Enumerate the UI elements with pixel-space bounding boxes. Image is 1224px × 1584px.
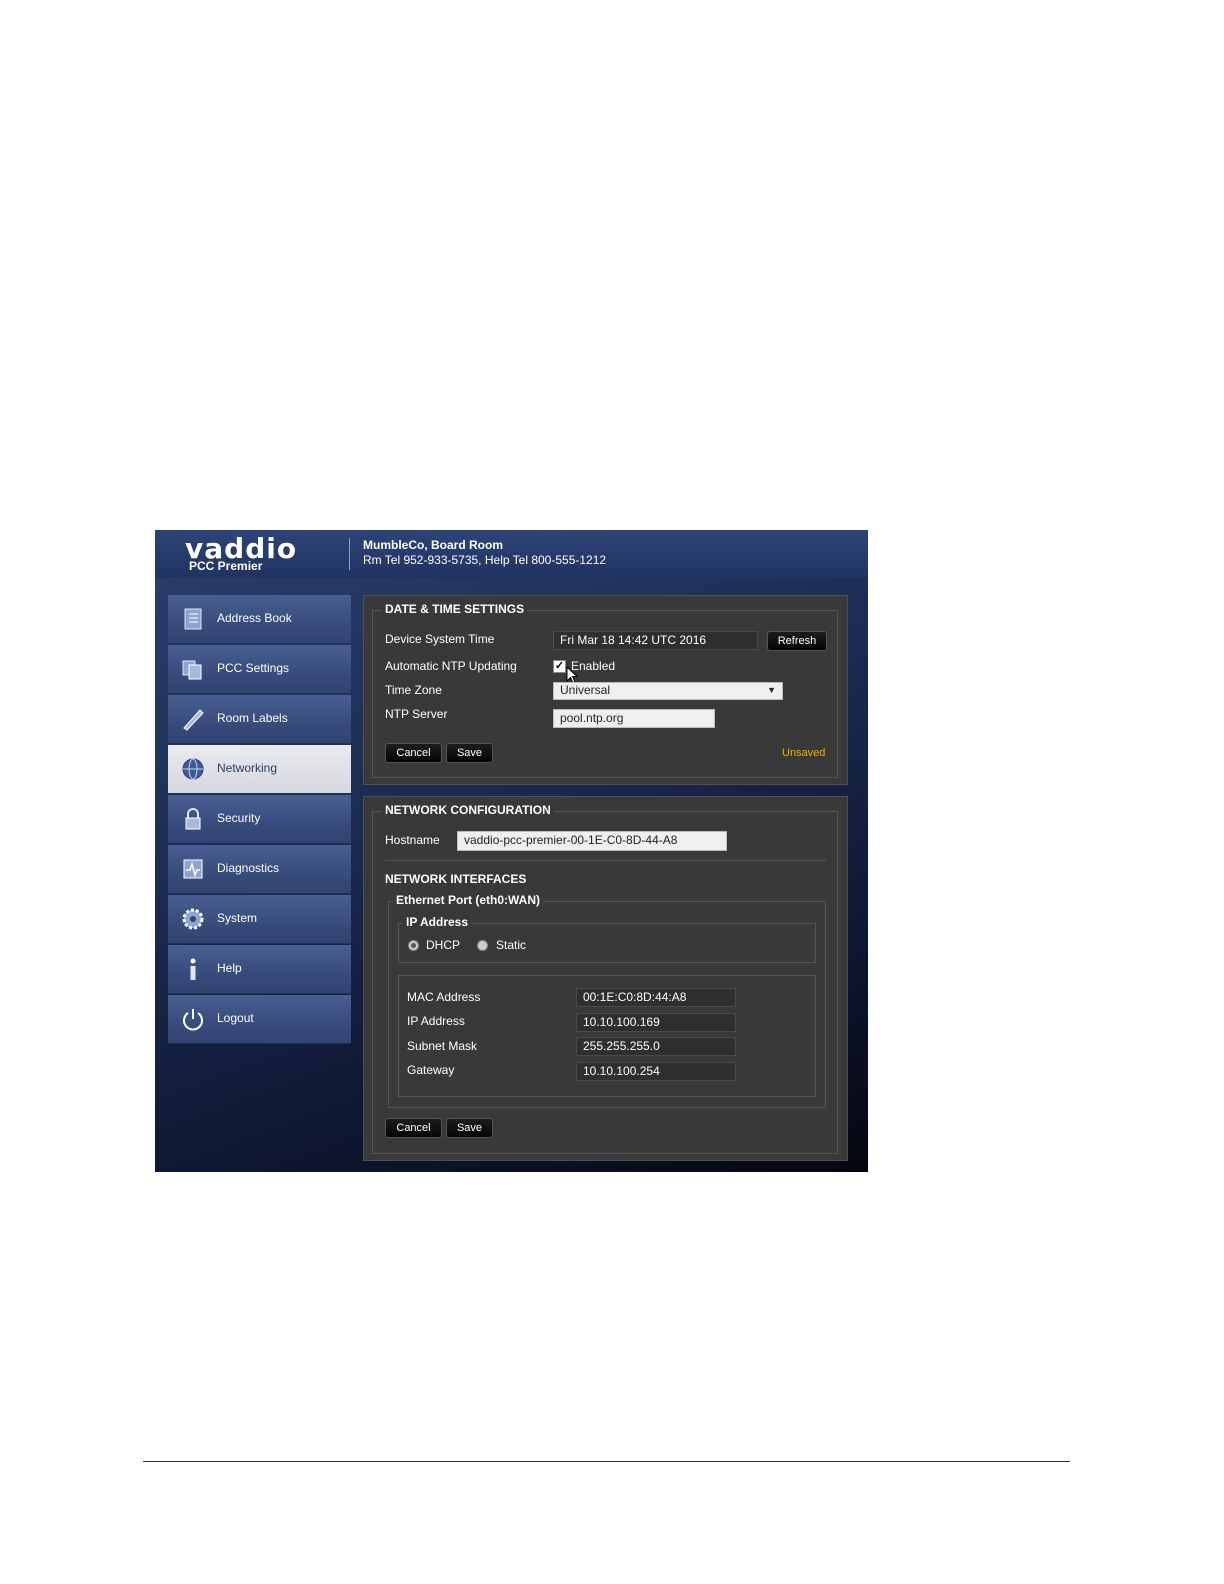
header-divider bbox=[349, 538, 350, 570]
network-title: NETWORK CONFIGURATION bbox=[382, 803, 554, 817]
network-cancel-button[interactable]: Cancel bbox=[385, 1118, 442, 1138]
save-button[interactable]: Save bbox=[446, 743, 493, 763]
sidebar-item-diagnostics[interactable]: Diagnostics bbox=[168, 845, 351, 894]
sidebar-item-label: Diagnostics bbox=[217, 861, 280, 875]
info-icon bbox=[190, 958, 196, 980]
sidebar-item-label: Help bbox=[217, 961, 242, 975]
timezone-value: Universal bbox=[560, 683, 611, 697]
ntp-server-label: NTP Server bbox=[385, 707, 448, 721]
ntp-enabled-checkbox[interactable]: ✓ bbox=[553, 660, 566, 673]
networking-icon bbox=[182, 758, 204, 780]
mac-address-value: 00:1E:C0:8D:44:A8 bbox=[576, 988, 736, 1007]
ntp-label: Automatic NTP Updating bbox=[385, 659, 517, 673]
ntp-server-input[interactable]: pool.ntp.org bbox=[553, 709, 715, 728]
subnet-mask-value: 255.255.255.0 bbox=[576, 1037, 736, 1056]
timezone-select[interactable]: Universal ▼ bbox=[553, 682, 783, 700]
pcc-settings-icon bbox=[182, 660, 202, 680]
sidebar-item-address-book[interactable]: Address Book bbox=[168, 595, 351, 644]
hostname-input[interactable]: vaddio-pcc-premier-00-1E-C0-8D-44-A8 bbox=[457, 831, 727, 851]
phone-info: Rm Tel 952-933-5735, Help Tel 800-555-12… bbox=[363, 553, 607, 567]
ip-address-label: IP Address bbox=[407, 1014, 465, 1028]
sidebar-item-label: Security bbox=[217, 811, 261, 825]
ip-mode-fieldset bbox=[398, 923, 816, 963]
ethernet-port-title: Ethernet Port (eth0:WAN) bbox=[393, 893, 543, 907]
sidebar-item-help[interactable]: Help bbox=[168, 945, 351, 994]
sidebar-item-logout[interactable]: Logout bbox=[168, 995, 351, 1044]
sidebar-item-label: System bbox=[217, 911, 258, 925]
hostname-label: Hostname bbox=[385, 833, 440, 847]
sidebar-item-label: Logout bbox=[217, 1011, 254, 1025]
sidebar-item-security[interactable]: Security bbox=[168, 795, 351, 844]
sidebar-item-label: Networking bbox=[217, 761, 278, 775]
sidebar-nav: Address Book PCC Settings Room Labels Ne… bbox=[168, 595, 351, 1045]
power-icon bbox=[183, 1009, 203, 1031]
sidebar-item-label: PCC Settings bbox=[217, 661, 290, 675]
sidebar-item-pcc-settings[interactable]: PCC Settings bbox=[168, 645, 351, 694]
page-footer-rule bbox=[143, 1461, 1070, 1462]
gear-icon bbox=[182, 908, 204, 930]
mac-address-label: MAC Address bbox=[407, 990, 481, 1004]
system-time-value: Fri Mar 18 14:42 UTC 2016 bbox=[553, 631, 758, 650]
cancel-button[interactable]: Cancel bbox=[385, 743, 442, 763]
timezone-label: Time Zone bbox=[385, 683, 442, 697]
refresh-button[interactable]: Refresh bbox=[767, 631, 827, 651]
vaddio-web-ui-screenshot: vaddio PCC Premier MumbleCo, Board Room … bbox=[155, 530, 868, 1172]
ip-address-value: 10.10.100.169 bbox=[576, 1013, 736, 1032]
date-time-title: DATE & TIME SETTINGS bbox=[382, 602, 528, 616]
room-name: MumbleCo, Board Room bbox=[363, 538, 503, 552]
gateway-label: Gateway bbox=[407, 1063, 455, 1077]
gateway-value: 10.10.100.254 bbox=[576, 1062, 736, 1081]
system-time-label: Device System Time bbox=[385, 632, 495, 646]
static-label: Static bbox=[496, 938, 527, 952]
lock-icon bbox=[185, 808, 201, 830]
date-time-panel: DATE & TIME SETTINGS Device System Time … bbox=[363, 595, 848, 785]
dhcp-label: DHCP bbox=[426, 938, 461, 952]
diagnostics-icon bbox=[183, 859, 203, 879]
sidebar-item-label: Address Book bbox=[217, 611, 292, 625]
product-name: PCC Premier bbox=[189, 559, 263, 573]
dhcp-radio[interactable] bbox=[408, 940, 419, 951]
sidebar-item-label: Room Labels bbox=[217, 711, 288, 725]
header-bar: vaddio PCC Premier MumbleCo, Board Room … bbox=[155, 530, 868, 578]
unsaved-status: Unsaved bbox=[782, 747, 826, 759]
ip-mode-title: IP Address bbox=[403, 915, 472, 929]
network-interfaces-title: NETWORK INTERFACES bbox=[385, 872, 527, 886]
network-save-button[interactable]: Save bbox=[446, 1118, 493, 1138]
subnet-mask-label: Subnet Mask bbox=[407, 1039, 478, 1053]
sidebar-item-networking[interactable]: Networking bbox=[168, 745, 351, 794]
network-panel: NETWORK CONFIGURATION Hostname vaddio-pc… bbox=[363, 796, 848, 1161]
divider bbox=[385, 860, 826, 861]
chevron-down-icon: ▼ bbox=[767, 685, 776, 695]
address-book-icon bbox=[184, 608, 202, 630]
sidebar-item-room-labels[interactable]: Room Labels bbox=[168, 695, 351, 744]
static-radio[interactable] bbox=[477, 940, 488, 951]
room-labels-icon bbox=[183, 709, 204, 731]
sidebar-item-system[interactable]: System bbox=[168, 895, 351, 944]
